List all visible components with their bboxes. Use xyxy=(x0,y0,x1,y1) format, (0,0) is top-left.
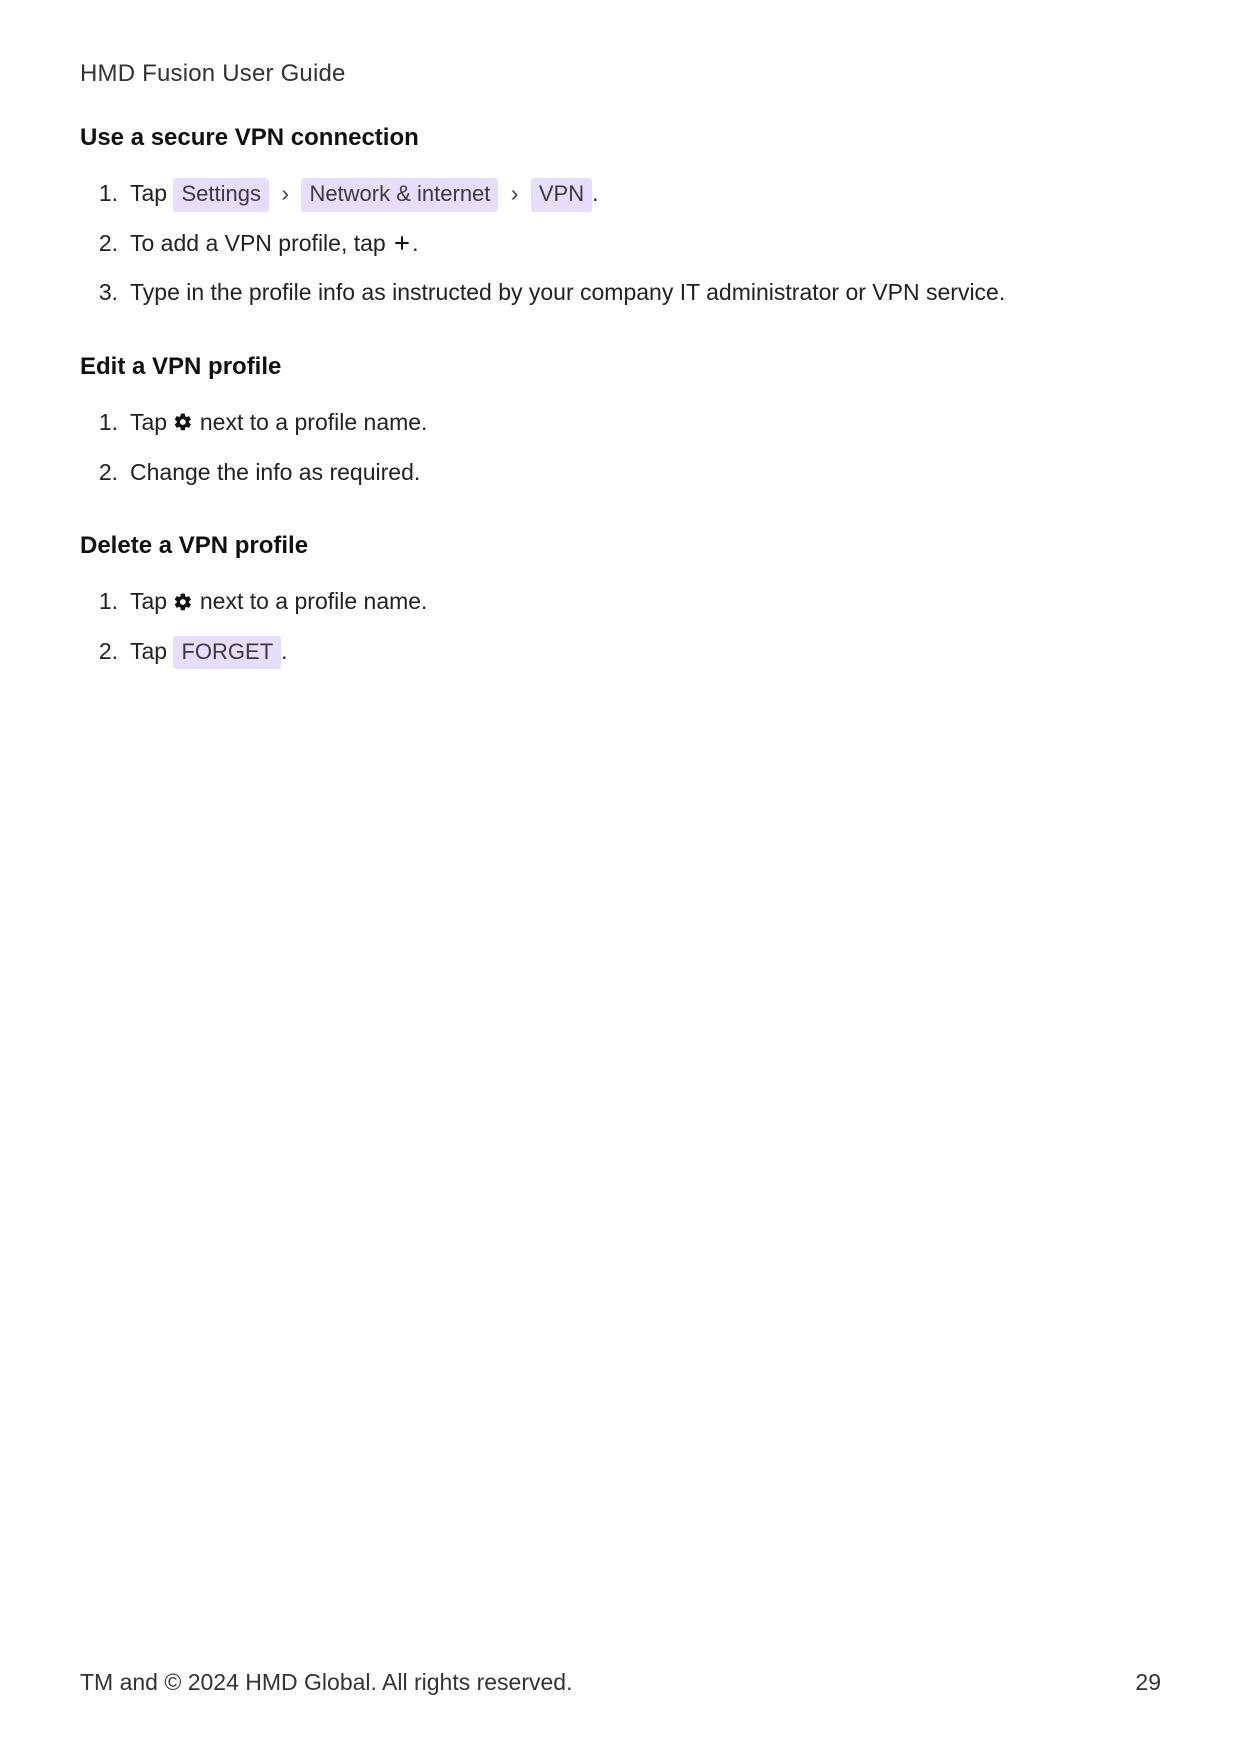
step-item: 1. Tap Settings › Network & internet › V… xyxy=(90,176,1161,212)
step-text: Tap xyxy=(130,180,173,206)
step-text: Tap xyxy=(130,638,173,664)
step-text: Tap xyxy=(130,409,173,435)
step-item: 3. Type in the profile info as instructe… xyxy=(90,275,1161,311)
step-number: 1. xyxy=(90,176,118,212)
section-heading-delete-vpn: Delete a VPN profile xyxy=(80,532,1161,560)
step-body: Tap next to a profile name. xyxy=(130,584,1161,620)
breadcrumb-separator: › xyxy=(505,180,525,206)
step-number: 2. xyxy=(90,226,118,262)
steps-use-vpn: 1. Tap Settings › Network & internet › V… xyxy=(80,176,1161,311)
step-body: Tap Settings › Network & internet › VPN. xyxy=(130,176,1161,212)
step-text: . xyxy=(281,638,287,664)
step-item: 2. Change the info as required. xyxy=(90,455,1161,491)
vpn-chip: VPN xyxy=(531,178,592,212)
step-number: 1. xyxy=(90,405,118,441)
step-text: next to a profile name. xyxy=(200,409,428,435)
step-number: 3. xyxy=(90,275,118,311)
step-item: 2. To add a VPN profile, tap . xyxy=(90,226,1161,262)
step-item: 1. Tap next to a profile name. xyxy=(90,405,1161,441)
step-body: Tap FORGET. xyxy=(130,634,1161,670)
breadcrumb-separator: › xyxy=(275,180,295,206)
settings-chip: Settings xyxy=(173,178,269,212)
section-heading-edit-vpn: Edit a VPN profile xyxy=(80,353,1161,381)
footer-page-number: 29 xyxy=(1135,1669,1161,1696)
step-number: 2. xyxy=(90,455,118,491)
section-heading-use-vpn: Use a secure VPN connection xyxy=(80,124,1161,152)
step-text: . xyxy=(592,180,598,206)
step-body: Tap next to a profile name. xyxy=(130,405,1161,441)
step-item: 1. Tap next to a profile name. xyxy=(90,584,1161,620)
step-text: Type in the profile info as instructed b… xyxy=(130,275,1161,311)
step-item: 2. Tap FORGET. xyxy=(90,634,1161,670)
document-page: HMD Fusion User Guide Use a secure VPN c… xyxy=(0,0,1241,1754)
plus-icon xyxy=(392,233,412,253)
page-footer: TM and © 2024 HMD Global. All rights res… xyxy=(80,1669,1161,1696)
step-text: Change the info as required. xyxy=(130,455,1161,491)
network-internet-chip: Network & internet xyxy=(301,178,498,212)
steps-edit-vpn: 1. Tap next to a profile name. 2. Change… xyxy=(80,405,1161,490)
step-text: next to a profile name. xyxy=(200,588,428,614)
forget-chip: FORGET xyxy=(173,636,281,670)
step-number: 1. xyxy=(90,584,118,620)
step-text: To add a VPN profile, tap xyxy=(130,230,392,256)
step-text: . xyxy=(412,230,418,256)
step-text: Tap xyxy=(130,588,173,614)
step-number: 2. xyxy=(90,634,118,670)
steps-delete-vpn: 1. Tap next to a profile name. 2. Tap FO… xyxy=(80,584,1161,669)
footer-copyright: TM and © 2024 HMD Global. All rights res… xyxy=(80,1669,572,1696)
gear-icon xyxy=(173,592,193,612)
document-title: HMD Fusion User Guide xyxy=(80,60,1161,88)
step-body: To add a VPN profile, tap . xyxy=(130,226,1161,262)
gear-icon xyxy=(173,412,193,432)
